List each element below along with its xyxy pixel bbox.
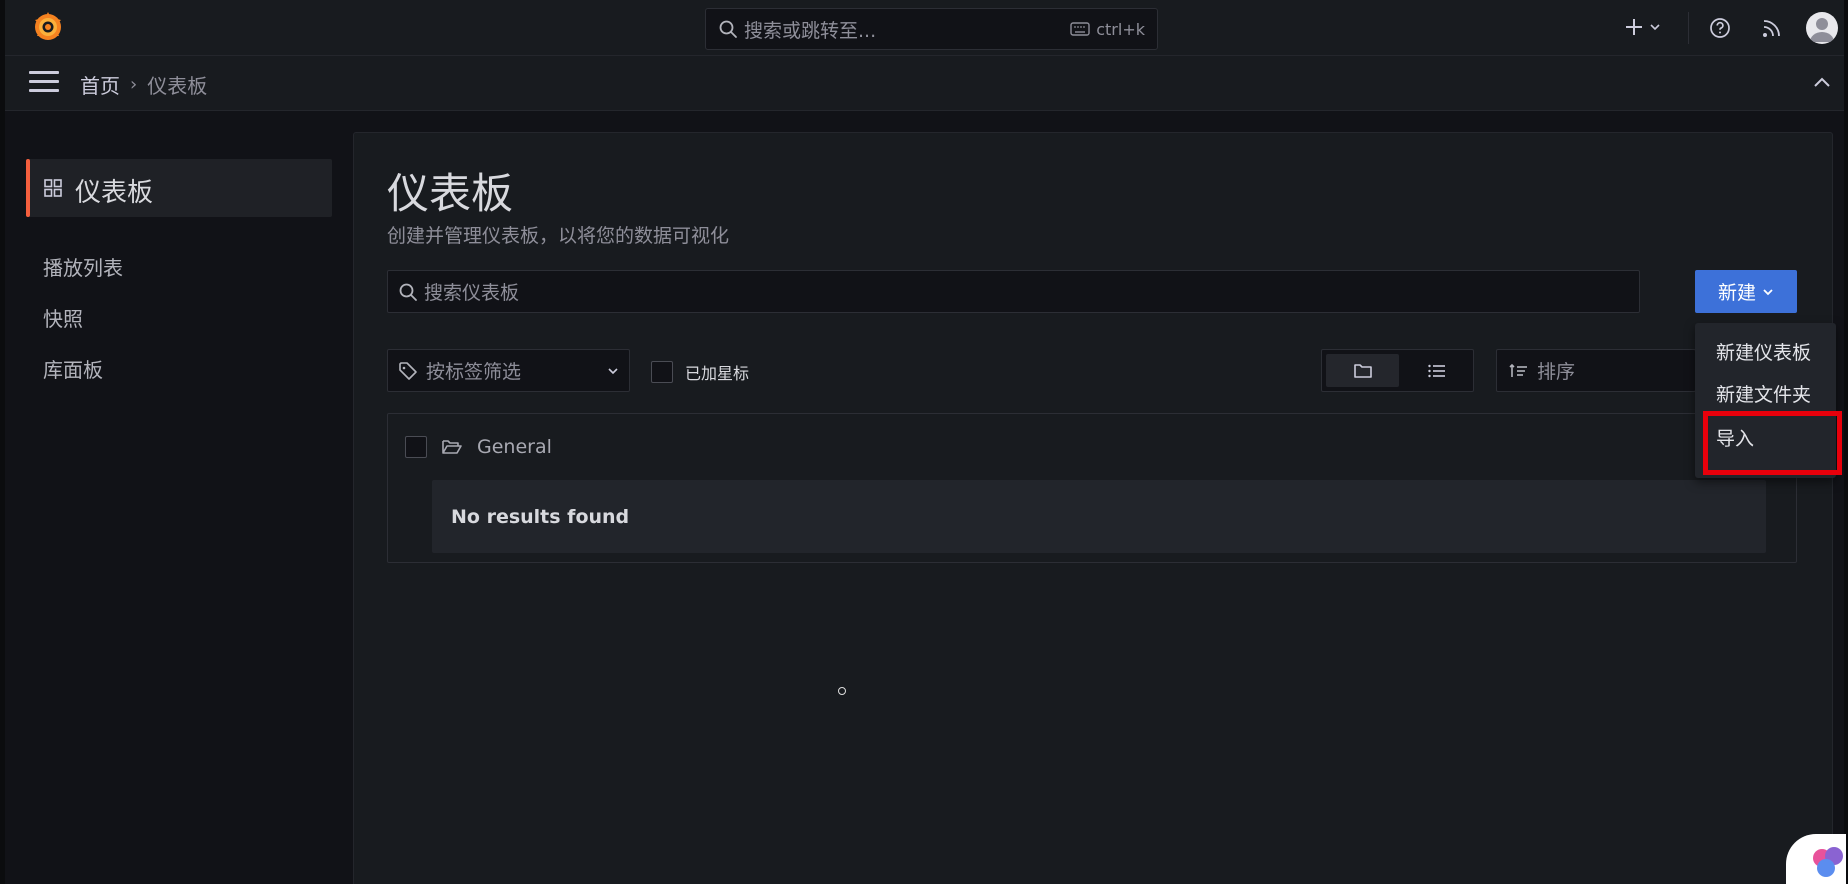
folder-name: General <box>477 436 552 458</box>
empty-state-message: No results found <box>432 480 1766 553</box>
shortcut-label: ctrl+k <box>1096 19 1145 39</box>
global-search-placeholder: 搜索或跳转至... <box>744 19 877 42</box>
breadcrumb-bar: 首页 › 仪表板 <box>5 56 1844 111</box>
list-view-button[interactable] <box>1403 354 1471 387</box>
active-indicator <box>26 159 30 217</box>
subnav-item-library-panels[interactable]: 库面板 <box>43 354 103 383</box>
topbar-divider <box>1688 12 1689 44</box>
news-feed-icon[interactable] <box>1761 17 1783 39</box>
brain-icon <box>1813 847 1843 877</box>
folder-row[interactable]: General <box>405 436 552 458</box>
hamburger-line <box>29 80 59 83</box>
keyboard-icon <box>1070 22 1090 36</box>
subnav-active-label: 仪表板 <box>75 178 154 208</box>
chevron-right-icon: › <box>130 74 138 95</box>
dashboard-results-list: General No results found <box>387 413 1797 563</box>
grafana-logo-icon[interactable] <box>31 10 65 44</box>
new-button-label: 新建 <box>1717 282 1756 304</box>
list-icon <box>1428 364 1445 377</box>
dashboard-search-input[interactable]: 搜索仪表板 <box>387 270 1640 313</box>
folder-view-button[interactable] <box>1326 354 1399 387</box>
subnav-item-dashboards[interactable]: 仪表板 <box>26 159 332 217</box>
folder-open-icon <box>442 440 462 454</box>
tag-filter-select[interactable]: 按标签筛选 <box>387 349 630 392</box>
sort-select[interactable]: 排序 <box>1496 349 1696 392</box>
highlight-annotation <box>1703 411 1842 475</box>
global-search-input[interactable]: 搜索或跳转至... ctrl+k <box>705 8 1158 50</box>
hamburger-line <box>29 71 59 74</box>
folder-checkbox[interactable] <box>405 436 427 458</box>
starred-checkbox[interactable] <box>651 361 673 383</box>
hamburger-line <box>29 89 59 92</box>
search-icon <box>719 20 737 38</box>
starred-label: 已加星标 <box>685 364 750 383</box>
page-title: 仪表板 <box>387 169 514 218</box>
assistant-widget[interactable] <box>1786 834 1846 884</box>
subnav-item-playlists[interactable]: 播放列表 <box>43 252 123 281</box>
chevron-up-icon[interactable] <box>1812 74 1832 90</box>
chevron-down-icon <box>608 367 618 374</box>
plus-icon <box>1626 19 1642 35</box>
window-frame-right <box>1844 0 1848 884</box>
dashboard-search-placeholder: 搜索仪表板 <box>424 282 520 304</box>
starred-filter[interactable]: 已加星标 <box>651 360 749 384</box>
apps-icon <box>44 179 62 197</box>
user-avatar[interactable] <box>1806 12 1838 44</box>
new-button[interactable]: 新建 <box>1695 270 1797 313</box>
subnav-item-snapshots[interactable]: 快照 <box>43 303 83 332</box>
view-mode-toggle <box>1321 349 1474 392</box>
user-icon <box>1810 18 1834 42</box>
breadcrumb: 首页 › 仪表板 <box>80 70 207 99</box>
breadcrumb-current: 仪表板 <box>147 74 208 98</box>
menu-item-new-folder[interactable]: 新建文件夹 <box>1716 380 1811 407</box>
help-icon[interactable] <box>1709 17 1731 39</box>
mouse-cursor <box>838 687 846 695</box>
window-frame-left <box>0 0 5 884</box>
tag-icon <box>399 361 417 380</box>
folder-icon <box>1353 363 1372 378</box>
menu-item-new-dashboard[interactable]: 新建仪表板 <box>1716 338 1811 365</box>
search-icon <box>399 283 417 301</box>
tag-filter-placeholder: 按标签筛选 <box>426 361 522 383</box>
sort-placeholder: 排序 <box>1537 361 1576 383</box>
shortcut-hint: ctrl+k <box>1070 20 1145 39</box>
page-subtitle: 创建并管理仪表板，以将您的数据可视化 <box>387 225 730 247</box>
menu-toggle-button[interactable] <box>29 71 59 95</box>
sort-icon <box>1509 363 1527 377</box>
add-new-button[interactable] <box>1623 16 1661 38</box>
breadcrumb-home-link[interactable]: 首页 <box>80 70 120 99</box>
chevron-down-icon <box>1650 24 1660 31</box>
chevron-down-icon <box>1763 288 1773 295</box>
